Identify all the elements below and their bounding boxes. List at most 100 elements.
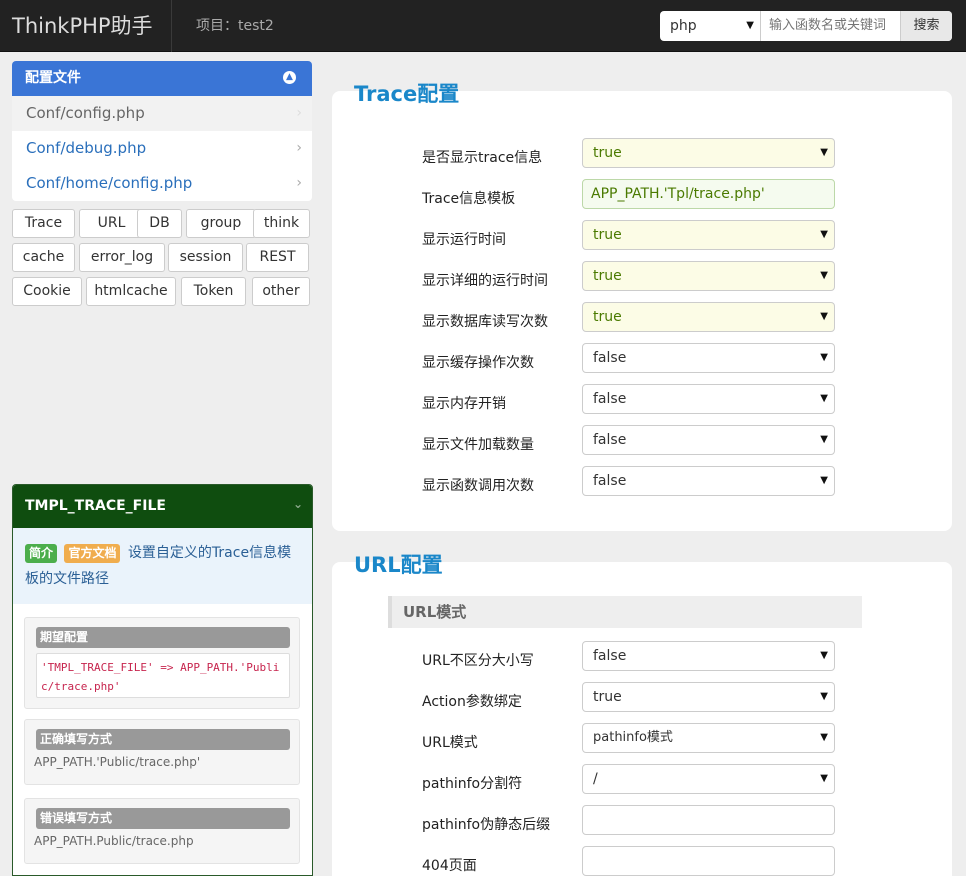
page-404-input[interactable]	[582, 846, 835, 876]
select-value: /	[593, 771, 598, 787]
wrong-format-box: 错误填写方式 APP_PATH.Public/trace.php	[24, 798, 300, 864]
config-item-label: Conf/home/config.php	[26, 174, 193, 192]
tag-cookie[interactable]: Cookie	[12, 277, 82, 306]
action-param-bind-select[interactable]: true ▼	[582, 682, 835, 712]
caret-down-icon: ▼	[820, 650, 828, 661]
correct-format-box: 正确填写方式 APP_PATH.'Public/trace.php'	[24, 719, 300, 785]
config-files-title: 配置文件	[25, 70, 81, 86]
caret-down-icon: ▼	[820, 773, 828, 784]
show-db-count-select[interactable]: true ▼	[582, 302, 835, 332]
tag-other[interactable]: other	[252, 277, 310, 306]
tag-error-log[interactable]: error_log	[79, 243, 165, 272]
url-mode-select[interactable]: pathinfo模式 ▼	[582, 723, 835, 753]
select-value: false	[593, 350, 627, 366]
config-item-label: Conf/debug.php	[26, 139, 147, 157]
expected-config-box: 期望配置 'TMPL_TRACE_FILE' => APP_PATH.'Publ…	[24, 617, 300, 709]
tag-rest[interactable]: REST	[246, 243, 309, 272]
option-help-intro: 简介 官方文档 设置自定义的Trace信息模板的文件路径	[13, 528, 312, 604]
tag-cache[interactable]: cache	[12, 243, 75, 272]
project-label: 项目：test2	[196, 18, 274, 34]
url-row-label: 404页面	[422, 858, 477, 874]
select-value: false	[593, 473, 627, 489]
caret-down-icon: ▼	[820, 475, 828, 486]
trace-template-input[interactable]: APP_PATH.'Tpl/trace.php'	[582, 179, 835, 209]
trace-row-label: 显示内存开销	[422, 396, 506, 412]
select-value: true	[593, 689, 622, 705]
trace-show-select[interactable]: true ▼	[582, 138, 835, 168]
caret-down-icon: ▼	[820, 393, 828, 404]
tag-db[interactable]: DB	[137, 209, 182, 238]
wrong-format-title: 错误填写方式	[36, 808, 290, 829]
select-value: pathinfo模式	[593, 730, 673, 745]
url-row-label: URL不区分大小写	[422, 653, 534, 669]
pathinfo-separator-select[interactable]: / ▼	[582, 764, 835, 794]
tag-token[interactable]: Token	[181, 277, 246, 306]
config-item-home-config[interactable]: Conf/home/config.php ›	[12, 166, 312, 201]
trace-row-label: Trace信息模板	[422, 191, 516, 207]
show-function-calls-select[interactable]: false ▼	[582, 466, 835, 496]
trace-row-label: 显示文件加载数量	[422, 437, 534, 453]
url-row-label: pathinfo分割符	[422, 776, 523, 792]
show-detail-runtime-select[interactable]: true ▼	[582, 261, 835, 291]
language-select[interactable]: php ▼	[660, 11, 761, 41]
option-help-panel: TMPL_TRACE_FILE ⌄ 简介 官方文档 设置自定义的Trace信息模…	[12, 484, 313, 876]
select-value: true	[593, 145, 622, 161]
language-select-value: php	[670, 18, 697, 34]
caret-down-icon: ▼	[820, 732, 828, 743]
search-input[interactable]	[761, 11, 900, 41]
trace-row-label: 是否显示trace信息	[422, 150, 543, 166]
app-title[interactable]: ThinkPHP助手	[0, 0, 172, 52]
tag-htmlcache[interactable]: htmlcache	[86, 277, 176, 306]
tag-session[interactable]: session	[168, 243, 243, 272]
tag-trace[interactable]: Trace	[12, 209, 75, 238]
select-value: false	[593, 648, 627, 664]
option-help-header[interactable]: TMPL_TRACE_FILE ⌄	[13, 485, 312, 528]
show-runtime-select[interactable]: true ▼	[582, 220, 835, 250]
intro-badge: 简介	[25, 544, 58, 563]
show-memory-select[interactable]: false ▼	[582, 384, 835, 414]
select-value: false	[593, 391, 627, 407]
trace-row-label: 显示详细的运行时间	[422, 273, 548, 289]
url-row-label: URL模式	[422, 735, 478, 751]
caret-down-icon: ▼	[820, 434, 828, 445]
show-cache-count-select[interactable]: false ▼	[582, 343, 835, 373]
pathinfo-suffix-input[interactable]	[582, 805, 835, 835]
url-case-insensitive-select[interactable]: false ▼	[582, 641, 835, 671]
caret-down-icon: ▼	[820, 691, 828, 702]
select-value: true	[593, 227, 622, 243]
tag-group[interactable]: group	[186, 209, 256, 238]
url-row-label: Action参数绑定	[422, 694, 522, 710]
caret-down-icon: ▼	[746, 20, 754, 31]
tag-think[interactable]: think	[253, 209, 310, 238]
chevron-right-icon: ›	[296, 175, 302, 191]
option-help-title: TMPL_TRACE_FILE	[25, 498, 166, 514]
trace-row-label: 显示运行时间	[422, 232, 506, 248]
url-row-label: pathinfo伪静态后缀	[422, 817, 551, 833]
caret-down-icon: ▼	[820, 229, 828, 240]
correct-format-title: 正确填写方式	[36, 729, 290, 750]
caret-down-icon: ▼	[820, 270, 828, 281]
select-value: false	[593, 432, 627, 448]
search-button[interactable]: 搜索	[900, 11, 952, 41]
top-navbar: ThinkPHP助手 项目：test2 php ▼ 搜索	[0, 0, 966, 52]
wrong-format-value: APP_PATH.Public/trace.php	[34, 834, 194, 848]
chevron-right-icon: ›	[296, 105, 302, 121]
expected-config-title: 期望配置	[36, 627, 290, 648]
show-file-load-select[interactable]: false ▼	[582, 425, 835, 455]
config-item-debug[interactable]: Conf/debug.php ›	[12, 131, 312, 166]
trace-row-label: 显示缓存操作次数	[422, 355, 534, 371]
trace-row-label: 显示函数调用次数	[422, 478, 534, 494]
select-value: true	[593, 268, 622, 284]
chevron-right-icon: ›	[296, 140, 302, 156]
chevron-down-icon[interactable]: ⌄	[293, 485, 303, 526]
select-value: true	[593, 309, 622, 325]
config-files-header[interactable]: 配置文件 ▲	[12, 61, 312, 96]
collapse-up-icon[interactable]: ▲	[283, 71, 296, 84]
url-mode-subheader: URL模式	[388, 596, 862, 628]
config-item-config[interactable]: Conf/config.php ›	[12, 96, 312, 131]
search-bar: php ▼ 搜索	[660, 11, 952, 41]
official-docs-badge[interactable]: 官方文档	[64, 544, 121, 563]
tag-url[interactable]: URL	[79, 209, 144, 238]
config-item-label: Conf/config.php	[26, 104, 145, 122]
caret-down-icon: ▼	[820, 147, 828, 158]
